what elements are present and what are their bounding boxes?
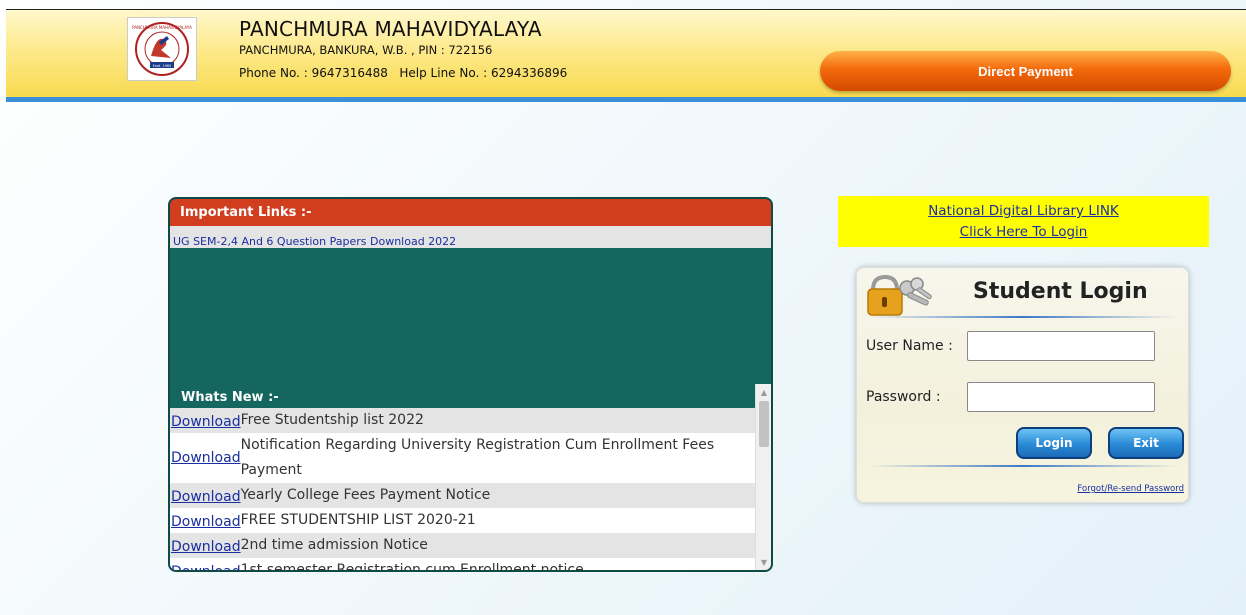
- ndl-link[interactable]: National Digital Library LINK: [838, 201, 1209, 222]
- student-login-box: Student Login User Name : Password : Log…: [856, 267, 1189, 503]
- header-divider: [6, 97, 1246, 102]
- download-link[interactable]: Download: [171, 561, 241, 570]
- ndl-login-link[interactable]: Click Here To Login: [838, 222, 1209, 243]
- news-item: Download 1st semester Registration cum E…: [170, 558, 757, 572]
- ndl-box: National Digital Library LINK Click Here…: [838, 196, 1209, 247]
- logo-text-top: PANCHMURA MAHAVIDYALAYA: [132, 25, 192, 30]
- news-text: FREE STUDENTSHIP LIST 2020-21: [240, 512, 476, 528]
- download-link[interactable]: Download: [171, 447, 241, 469]
- news-item: Download Yearly College Fees Payment Not…: [170, 483, 757, 508]
- scroll-down-arrow-icon[interactable]: ▼: [756, 554, 771, 570]
- whats-new-heading: Whats New :-: [170, 384, 757, 408]
- exit-button[interactable]: Exit: [1108, 427, 1184, 459]
- news-text: Notification Regarding University Regist…: [240, 437, 715, 478]
- login-title: Student Login: [973, 279, 1148, 304]
- college-emblem-icon: PANCHMURA MAHAVIDYALAYA Estd. 1965: [132, 22, 192, 76]
- title-divider: [869, 316, 1177, 318]
- lock-keys-icon: [867, 274, 932, 316]
- news-scrollbar[interactable]: ▲ ▼: [755, 384, 771, 570]
- download-link[interactable]: Download: [171, 511, 241, 533]
- direct-payment-button[interactable]: Direct Payment: [820, 51, 1231, 91]
- username-label: User Name :: [866, 338, 953, 354]
- links-panel: Important Links :- UG SEM-2,4 And 6 Ques…: [168, 197, 773, 572]
- forgot-password-link[interactable]: Forgot/Re-send Password: [1077, 484, 1184, 494]
- bottom-divider: [869, 465, 1177, 467]
- password-input[interactable]: [967, 382, 1155, 412]
- news-item: Download Free Studentship list 2022: [170, 408, 757, 433]
- news-item: Download 2nd time admission Notice: [170, 533, 757, 558]
- username-input[interactable]: [967, 331, 1155, 361]
- college-address: PANCHMURA, BANKURA, W.B. , PIN : 722156: [239, 43, 493, 57]
- important-link-item[interactable]: UG SEM-2,4 And 6 Question Papers Downloa…: [173, 235, 456, 248]
- news-item: Download FREE STUDENTSHIP LIST 2020-21: [170, 508, 757, 533]
- important-links-heading: Important Links :-: [170, 199, 771, 226]
- download-link[interactable]: Download: [171, 411, 241, 433]
- scroll-up-arrow-icon[interactable]: ▲: [756, 384, 771, 400]
- whats-new-list[interactable]: Whats New :- Download Free Studentship l…: [170, 384, 757, 572]
- news-item: Download Notification Regarding Universi…: [170, 433, 757, 483]
- college-name: PANCHMURA MAHAVIDYALAYA: [239, 17, 542, 41]
- news-text: 2nd time admission Notice: [240, 537, 428, 553]
- news-text: Free Studentship list 2022: [240, 412, 424, 428]
- logo-text-bottom: Estd. 1965: [153, 64, 172, 68]
- download-link[interactable]: Download: [171, 486, 241, 508]
- news-text: 1st semester Registration cum Enrollment…: [240, 562, 584, 572]
- news-text: Yearly College Fees Payment Notice: [240, 487, 491, 503]
- important-links-list: UG SEM-2,4 And 6 Question Papers Downloa…: [170, 226, 771, 248]
- login-button[interactable]: Login: [1016, 427, 1092, 459]
- scroll-thumb[interactable]: [759, 401, 769, 447]
- college-phone: Phone No. : 9647316488 Help Line No. : 6…: [239, 66, 568, 80]
- college-logo: PANCHMURA MAHAVIDYALAYA Estd. 1965: [127, 17, 197, 81]
- download-link[interactable]: Download: [171, 536, 241, 558]
- password-label: Password :: [866, 389, 941, 405]
